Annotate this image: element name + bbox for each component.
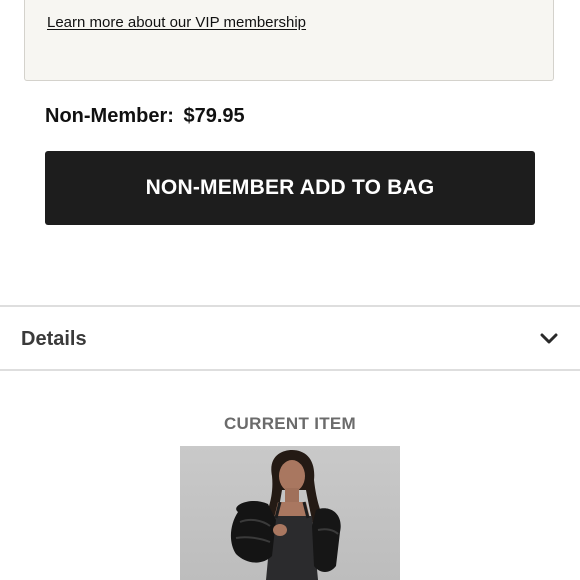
price-amount: $79.95 <box>183 105 245 127</box>
vip-membership-link[interactable]: Learn more about our VIP membership <box>47 14 306 31</box>
current-item-heading: CURRENT ITEM <box>223 414 357 433</box>
non-member-price: Non-Member: $79.95 <box>45 105 245 128</box>
details-label: Details <box>21 328 87 350</box>
model-photo-illustration <box>230 450 341 580</box>
product-page: Learn more about our VIP membership Non-… <box>0 0 580 580</box>
current-item-image[interactable] <box>180 446 400 580</box>
details-accordion[interactable]: Details <box>0 305 580 371</box>
chevron-down-icon <box>540 333 558 344</box>
non-member-add-to-bag-button[interactable]: NON-MEMBER ADD TO BAG <box>45 151 535 225</box>
price-label: Non-Member: <box>45 105 174 127</box>
vip-membership-panel: Learn more about our VIP membership <box>24 0 554 81</box>
